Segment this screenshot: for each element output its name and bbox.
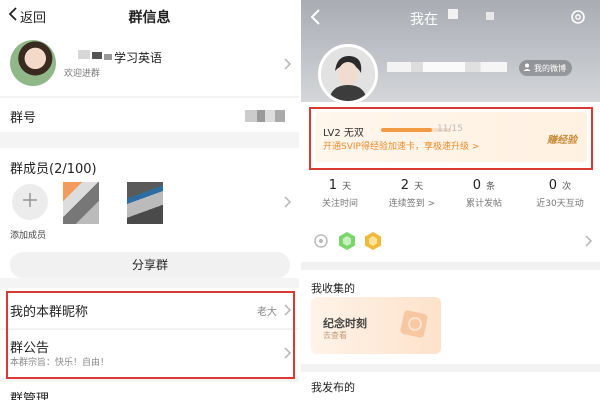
manage-row[interactable]: 群管理 <box>0 382 299 400</box>
group-name: 学习英语 <box>114 51 163 65</box>
stat-interactions: 0 次 近30天互动 <box>525 174 595 209</box>
title-mosaic <box>448 9 458 19</box>
group-number-row[interactable]: 群号 <box>0 98 299 132</box>
chevron-right-icon[interactable] <box>284 196 292 208</box>
section-gap <box>301 262 600 270</box>
chevron-right-icon <box>284 58 292 70</box>
name-mosaic <box>78 50 90 59</box>
group-subtitle: 欢迎进群 <box>64 69 101 79</box>
group-info-panel: 返回 群信息 学习英语 欢迎进群 群号 群成员(2/100) 添加成员 分享群 … <box>0 0 299 400</box>
published-title: 我发布的 <box>311 381 355 394</box>
share-group-button[interactable]: 分享群 <box>10 252 290 278</box>
collections-title: 我收集的 <box>311 282 355 295</box>
memory-card-title: 纪念时刻 <box>323 317 367 330</box>
back-arrow-icon[interactable] <box>309 8 321 26</box>
gold-badge-icon <box>363 231 383 251</box>
stat-label: 连续签到 > <box>388 199 436 209</box>
group-number-mosaic <box>245 110 285 122</box>
add-member-label: 添加成员 <box>10 231 47 241</box>
chevron-right-icon[interactable] <box>585 235 593 247</box>
plus-icon <box>22 192 38 212</box>
group-card[interactable]: 学习英语 欢迎进群 <box>0 32 299 96</box>
section-gap <box>301 364 600 372</box>
members-title: 群成员(2/100) <box>10 162 97 177</box>
highlight-box <box>309 107 593 170</box>
highlight-box <box>6 291 295 379</box>
nav-bar: 返回 群信息 <box>0 0 299 32</box>
profile-title: 我在 <box>410 12 438 28</box>
member-avatar[interactable] <box>63 182 99 224</box>
weibo-label: 我的微博 <box>534 63 566 73</box>
gift-icon <box>399 306 431 340</box>
screen: 返回 群信息 学习英语 欢迎进群 群号 群成员(2/100) 添加成员 分享群 … <box>0 0 600 400</box>
page-title: 群信息 <box>128 10 171 26</box>
stat-label: 关注时间 <box>321 199 358 209</box>
user-icon <box>523 63 531 73</box>
gear-icon[interactable] <box>569 8 587 26</box>
group-number-label: 群号 <box>10 111 37 126</box>
stat-number: 0 <box>548 178 558 193</box>
stat-posts: 0 条 累计发帖 <box>449 174 519 209</box>
stat-label: 累计发帖 <box>465 199 502 209</box>
weibo-button[interactable]: 我的微博 <box>519 60 572 76</box>
group-avatar <box>10 40 56 86</box>
avatar[interactable] <box>318 44 378 104</box>
manage-label: 群管理 <box>10 392 50 400</box>
name-mosaic <box>104 54 112 60</box>
stat-number: 0 <box>472 178 482 193</box>
stat-unit: 天 <box>414 182 424 192</box>
memory-card-subtitle: 去查看 <box>323 331 347 340</box>
profile-panel: 我在 我的微博 LV2 无双 11/15 开通SVIP得经验加速卡，享极速升级 … <box>301 0 600 400</box>
badge-row[interactable] <box>311 230 383 252</box>
green-badge-icon <box>337 231 357 251</box>
name-mosaic <box>92 52 102 59</box>
stat-unit: 天 <box>342 182 352 192</box>
title-mosaic <box>486 12 494 20</box>
stat-number: 1 <box>328 178 338 193</box>
settings-badge-icon <box>311 231 331 251</box>
stat-label: 近30天互动 <box>536 199 584 209</box>
stat-checkin-days[interactable]: 2 天 连续签到 > <box>377 174 447 209</box>
stat-unit: 条 <box>486 182 496 192</box>
member-avatar[interactable] <box>127 182 163 224</box>
add-member-button[interactable] <box>12 184 48 220</box>
stat-follow-days: 1 天 关注时间 <box>305 174 375 209</box>
members-section: 群成员(2/100) 添加成员 分享群 <box>0 148 299 278</box>
stat-number: 2 <box>400 178 410 193</box>
username-mosaic <box>387 62 507 72</box>
stat-unit: 次 <box>562 182 572 192</box>
